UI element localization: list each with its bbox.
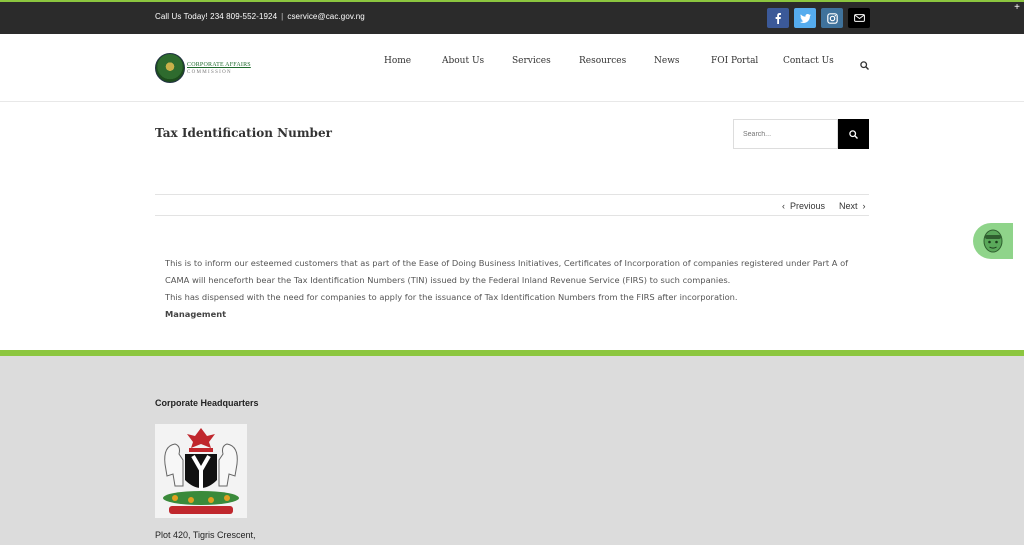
facebook-icon[interactable] — [767, 8, 789, 28]
search-field[interactable] — [733, 119, 838, 149]
footer-address-line1: Plot 420, Tigris Crescent, — [155, 530, 256, 540]
search-submit-button[interactable] — [838, 119, 869, 149]
chevron-left-icon: ‹ — [782, 201, 785, 211]
content-paragraph-2: This has dispensed with the need for com… — [165, 292, 738, 302]
twitter-icon[interactable] — [794, 8, 816, 28]
previous-label: Previous — [790, 201, 826, 211]
top-bar: Call Us Today! 234 809-552-1924 | cservice… — [0, 2, 1024, 34]
nav-services[interactable]: Services — [512, 56, 551, 66]
site-footer — [0, 356, 1024, 545]
chatbot-avatar-icon — [983, 229, 1003, 253]
next-label: Next — [839, 201, 858, 211]
nav-contact-us[interactable]: Contact Us — [783, 56, 834, 66]
post-nav-divider-bottom — [155, 215, 869, 216]
nav-home[interactable]: Home — [384, 56, 411, 66]
coat-of-arms-icon — [155, 424, 247, 518]
chat-widget-button[interactable] — [973, 223, 1013, 259]
content-signoff: Management — [165, 309, 227, 319]
search-input[interactable] — [734, 120, 837, 148]
main-header — [0, 34, 1024, 102]
nav-foi-portal[interactable]: FOI Portal — [711, 56, 758, 66]
post-content: This is to inform our esteemed customers… — [165, 255, 865, 323]
contact-separator: | — [281, 12, 284, 21]
contact-phone: Call Us Today! 234 809-552-1924 — [155, 12, 278, 21]
chevron-right-icon: › — [862, 201, 866, 211]
footer-heading: Corporate Headquarters — [155, 398, 259, 408]
post-nav-divider-top — [155, 194, 869, 195]
logo-text-line1: CORPORATE AFFAIRS — [187, 62, 251, 68]
contact-email[interactable]: cservice@cac.gov.ng — [287, 12, 364, 21]
cac-seal-icon — [155, 53, 185, 83]
nav-news[interactable]: News — [654, 56, 680, 66]
next-post-link[interactable]: Next › — [839, 201, 866, 211]
corner-plus-icon[interactable]: + — [1014, 3, 1020, 13]
email-icon[interactable] — [848, 8, 870, 28]
previous-post-link[interactable]: ‹ Previous — [782, 201, 825, 211]
contact-info: Call Us Today! 234 809-552-1924 | cservice… — [155, 12, 365, 21]
search-button-icon — [849, 129, 858, 139]
content-paragraph-1: This is to inform our esteemed customers… — [165, 258, 849, 285]
logo-text-line2: COMMISSION — [187, 70, 232, 75]
search-icon[interactable] — [860, 57, 869, 75]
page-title: Tax Identification Number — [155, 126, 332, 140]
nav-about-us[interactable]: About Us — [442, 56, 484, 66]
instagram-icon[interactable] — [821, 8, 843, 28]
nav-resources[interactable]: Resources — [579, 56, 626, 66]
site-logo[interactable]: CORPORATE AFFAIRS COMMISSION — [155, 53, 255, 85]
